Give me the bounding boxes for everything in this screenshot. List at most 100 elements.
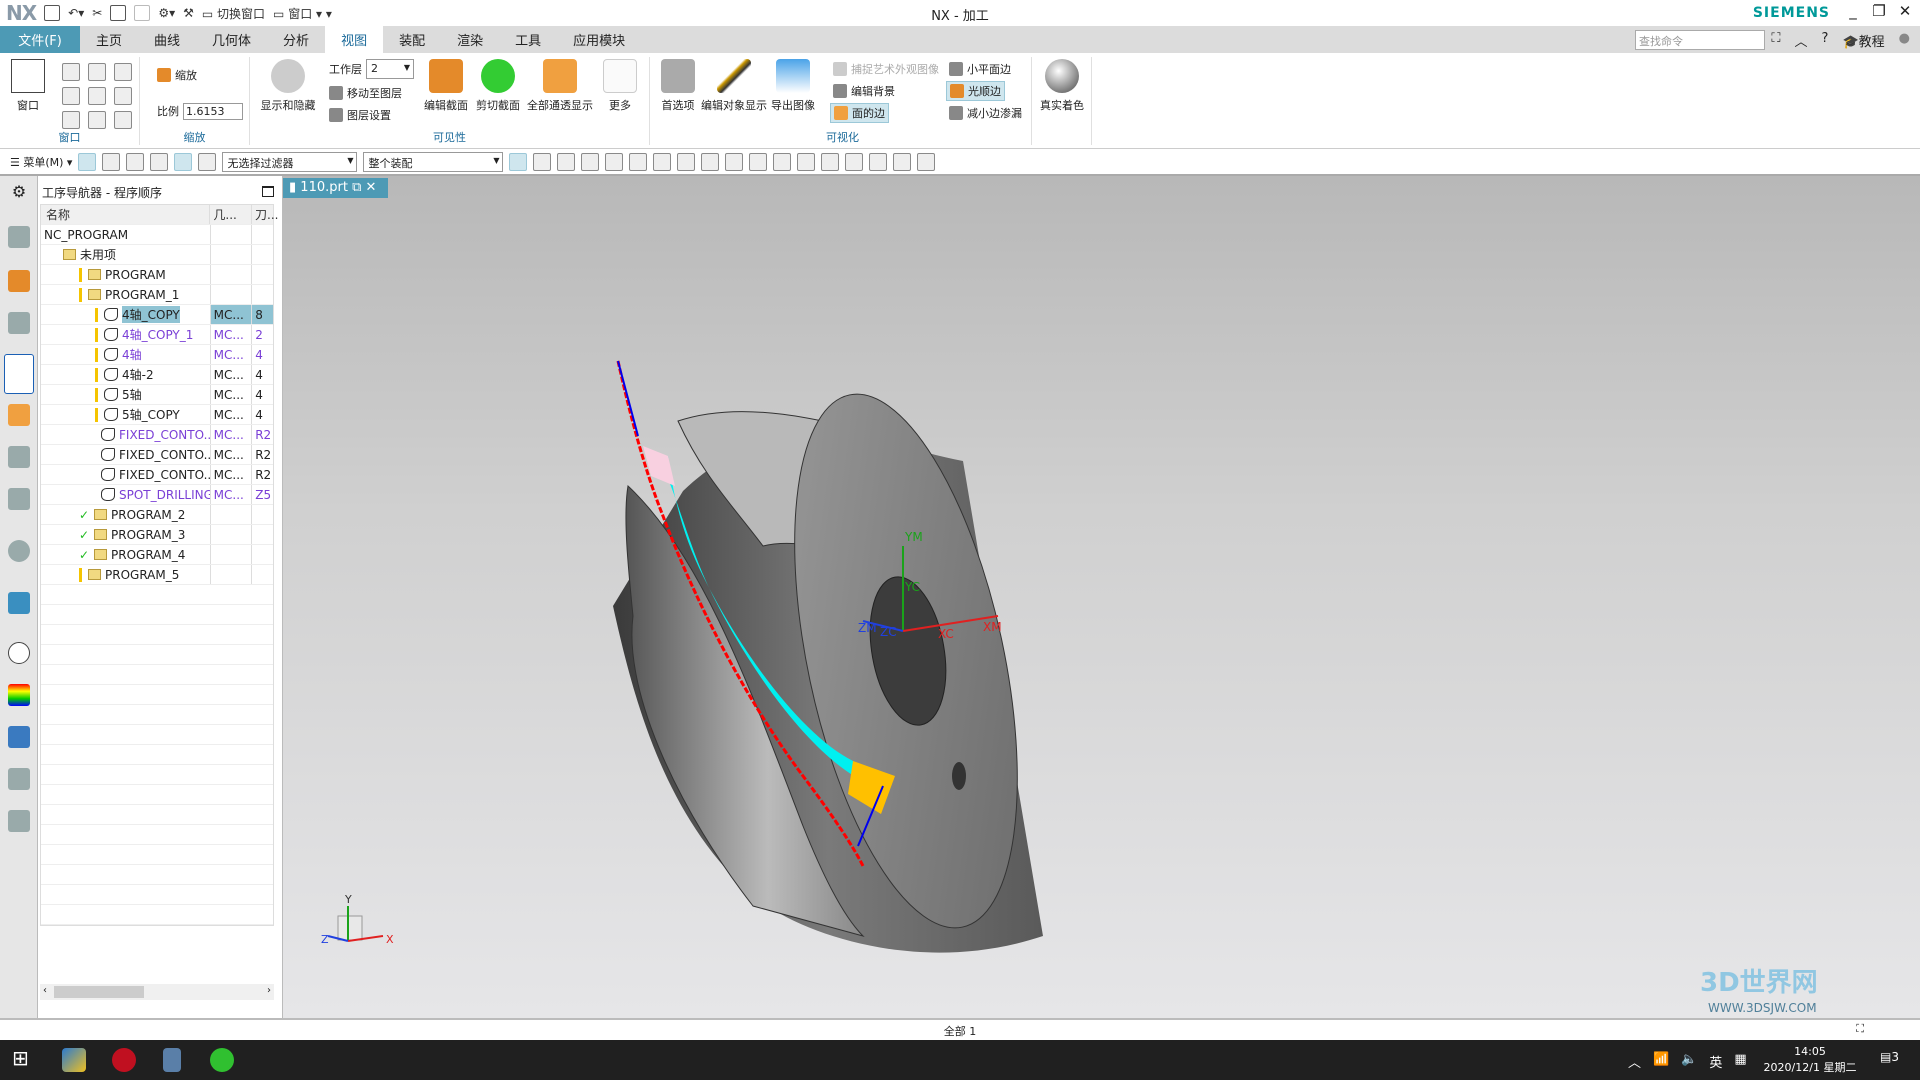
more-button[interactable]: 更多 <box>598 59 642 113</box>
operation-navigator-icon[interactable] <box>4 354 34 394</box>
tree-row[interactable]: PROGRAM <box>41 265 273 285</box>
small-face-edges-toggle[interactable]: 小平面边 <box>946 59 1014 79</box>
switch-window-button[interactable]: ▭ 切换窗口 <box>202 5 265 22</box>
zoom-button[interactable]: 缩放 <box>154 65 200 85</box>
view-section-icon[interactable] <box>725 152 744 171</box>
tree-row[interactable]: 4轴_COPY_1 MC... 2 <box>41 325 273 345</box>
snap-midpoint-icon[interactable] <box>653 152 672 171</box>
window-button[interactable]: 窗口 <box>0 59 56 113</box>
reuse-library-icon[interactable] <box>8 488 30 510</box>
scroll-thumb[interactable] <box>54 986 144 998</box>
nx-taskbar-icon[interactable] <box>62 1048 86 1072</box>
copy-icon[interactable] <box>110 5 127 21</box>
toolpath-display-icon[interactable] <box>174 152 193 171</box>
part-model[interactable] <box>613 375 1058 953</box>
layout-icon[interactable] <box>62 63 80 81</box>
show-hide-button[interactable]: 显示和隐藏 <box>260 59 316 113</box>
volume-icon[interactable]: 🔈 <box>1681 1052 1697 1071</box>
scale-input[interactable]: 1.6153 <box>183 102 243 120</box>
selection-filter-select[interactable]: 无选择过滤器 <box>222 151 358 172</box>
ime-mode-icon[interactable]: ▦ <box>1734 1052 1746 1071</box>
snap-end-icon[interactable] <box>629 152 648 171</box>
graphics-window[interactable]: ▮ 110.prt ⧉ ✕ YM YC XM XC ZM ZC Y X Z <box>283 176 1920 1018</box>
browser-taskbar-icon[interactable] <box>210 1048 234 1072</box>
layout-icon[interactable] <box>88 63 106 81</box>
app-taskbar-icon[interactable] <box>112 1048 136 1072</box>
tab-view[interactable]: 视图 <box>325 26 384 53</box>
network-icon[interactable]: 📶 <box>1653 1052 1669 1071</box>
layout-icon[interactable] <box>114 111 132 129</box>
tree-row[interactable]: FIXED_CONTO... MC... R2 <box>41 465 273 485</box>
fullscreen-toggle-icon[interactable]: ⛶ <box>1856 1022 1864 1036</box>
tree-row[interactable]: 4轴 MC... 4 <box>41 345 273 365</box>
constraint-navigator-icon[interactable] <box>8 312 30 334</box>
edit-section-button[interactable]: 编辑截面 <box>418 59 474 113</box>
tree-row[interactable]: 5轴_COPY MC... 4 <box>41 405 273 425</box>
clip-section-button[interactable]: 剪切截面 <box>470 59 526 113</box>
gear-icon[interactable]: ⚙▾ <box>158 6 175 20</box>
face-edges-toggle[interactable]: 面的边 <box>830 103 889 123</box>
paste-icon[interactable] <box>134 5 151 21</box>
assembly-navigator-icon[interactable] <box>8 270 30 292</box>
layer-visibility-icon[interactable] <box>917 152 936 171</box>
minimize-button[interactable]: _ <box>1840 2 1866 20</box>
tree-row[interactable]: NC_PROGRAM <box>41 225 273 245</box>
window-menu-button[interactable]: ▭ 窗口 ▾ ▾ <box>273 5 332 22</box>
smooth-edges-toggle[interactable]: 光顺边 <box>946 81 1005 101</box>
tab-analysis[interactable]: 分析 <box>267 26 325 53</box>
tree-row[interactable]: PROGRAM_5 <box>41 565 273 585</box>
restore-button[interactable]: ❐ <box>1866 2 1892 20</box>
menu-button[interactable]: ☰ 菜单(M) ▾ <box>10 154 72 170</box>
tools-icon[interactable] <box>8 768 30 790</box>
history-icon[interactable] <box>8 642 30 664</box>
tab-file[interactable]: 文件(F) <box>0 26 80 53</box>
column-header-tool[interactable]: 刀... <box>251 205 278 224</box>
command-search-input[interactable]: 查找命令 <box>1635 30 1765 50</box>
machining-feature-navigator-icon[interactable] <box>8 446 30 468</box>
fullscreen-icon[interactable]: ⛶ <box>1771 31 1780 50</box>
cut-icon[interactable]: ✂ <box>92 6 102 20</box>
tree-row[interactable]: ✓ PROGRAM_3 <box>41 525 273 545</box>
windows-start-icon[interactable]: ⊞ <box>12 1046 36 1070</box>
tab-render[interactable]: 渲染 <box>441 26 499 53</box>
layout-icon[interactable] <box>62 87 80 105</box>
filter-icon[interactable] <box>557 152 576 171</box>
web-browser-icon[interactable] <box>8 592 30 614</box>
repeat-command-icon[interactable]: ⚒ <box>183 6 194 20</box>
tray-expand-icon[interactable]: ︿ <box>1628 1052 1641 1071</box>
tab-application[interactable]: 应用模块 <box>557 26 641 53</box>
tab-tools[interactable]: 工具 <box>499 26 557 53</box>
reduce-edge-leak-toggle[interactable]: 减小边渗漏 <box>946 103 1025 123</box>
tree-row[interactable]: FIXED_CONTO... MC... R2 <box>41 425 273 445</box>
palette-icon[interactable] <box>8 684 30 706</box>
clock[interactable]: 14:05 2020/12/1 星期二 <box>1755 1044 1865 1076</box>
roles-icon[interactable] <box>8 810 30 832</box>
tree-row[interactable]: SPOT_DRILLING MC... Z5 <box>41 485 273 505</box>
layout-icon[interactable] <box>114 87 132 105</box>
orient-view-icon[interactable] <box>845 152 864 171</box>
tree-row[interactable]: PROGRAM_1 <box>41 285 273 305</box>
tree-row[interactable]: 未用项 <box>41 245 273 265</box>
help-icon[interactable]: ? <box>1822 31 1829 50</box>
pan-icon[interactable] <box>773 152 792 171</box>
tree-row[interactable]: FIXED_CONTO... MC... R2 <box>41 445 273 465</box>
shaded-icon[interactable] <box>821 152 840 171</box>
layout-icon[interactable] <box>62 111 80 129</box>
machine-tool-navigator-icon[interactable] <box>8 404 30 426</box>
geometry-view-icon[interactable] <box>126 152 145 171</box>
true-shading-button[interactable]: 真实着色 <box>1034 59 1090 113</box>
render-style-icon[interactable] <box>869 152 888 171</box>
tab-geometry[interactable]: 几何体 <box>196 26 267 53</box>
maximize-icon[interactable] <box>262 186 274 197</box>
method-view-icon[interactable] <box>150 152 169 171</box>
select-body-icon[interactable] <box>509 152 528 171</box>
column-header-geometry[interactable]: 几... <box>209 205 251 224</box>
snap-center-icon[interactable] <box>677 152 696 171</box>
show-all-transparent-button[interactable]: 全部通透显示 <box>522 59 598 113</box>
layer-settings-button[interactable]: 图层设置 <box>326 105 394 125</box>
tree-row[interactable]: ✓ PROGRAM_2 <box>41 505 273 525</box>
info-icon[interactable] <box>8 540 30 562</box>
tree-row[interactable]: ✓ PROGRAM_4 <box>41 545 273 565</box>
edit-background-button[interactable]: 编辑背景 <box>830 81 898 101</box>
notification-center-button[interactable]: ▤3 <box>1880 1050 1899 1064</box>
